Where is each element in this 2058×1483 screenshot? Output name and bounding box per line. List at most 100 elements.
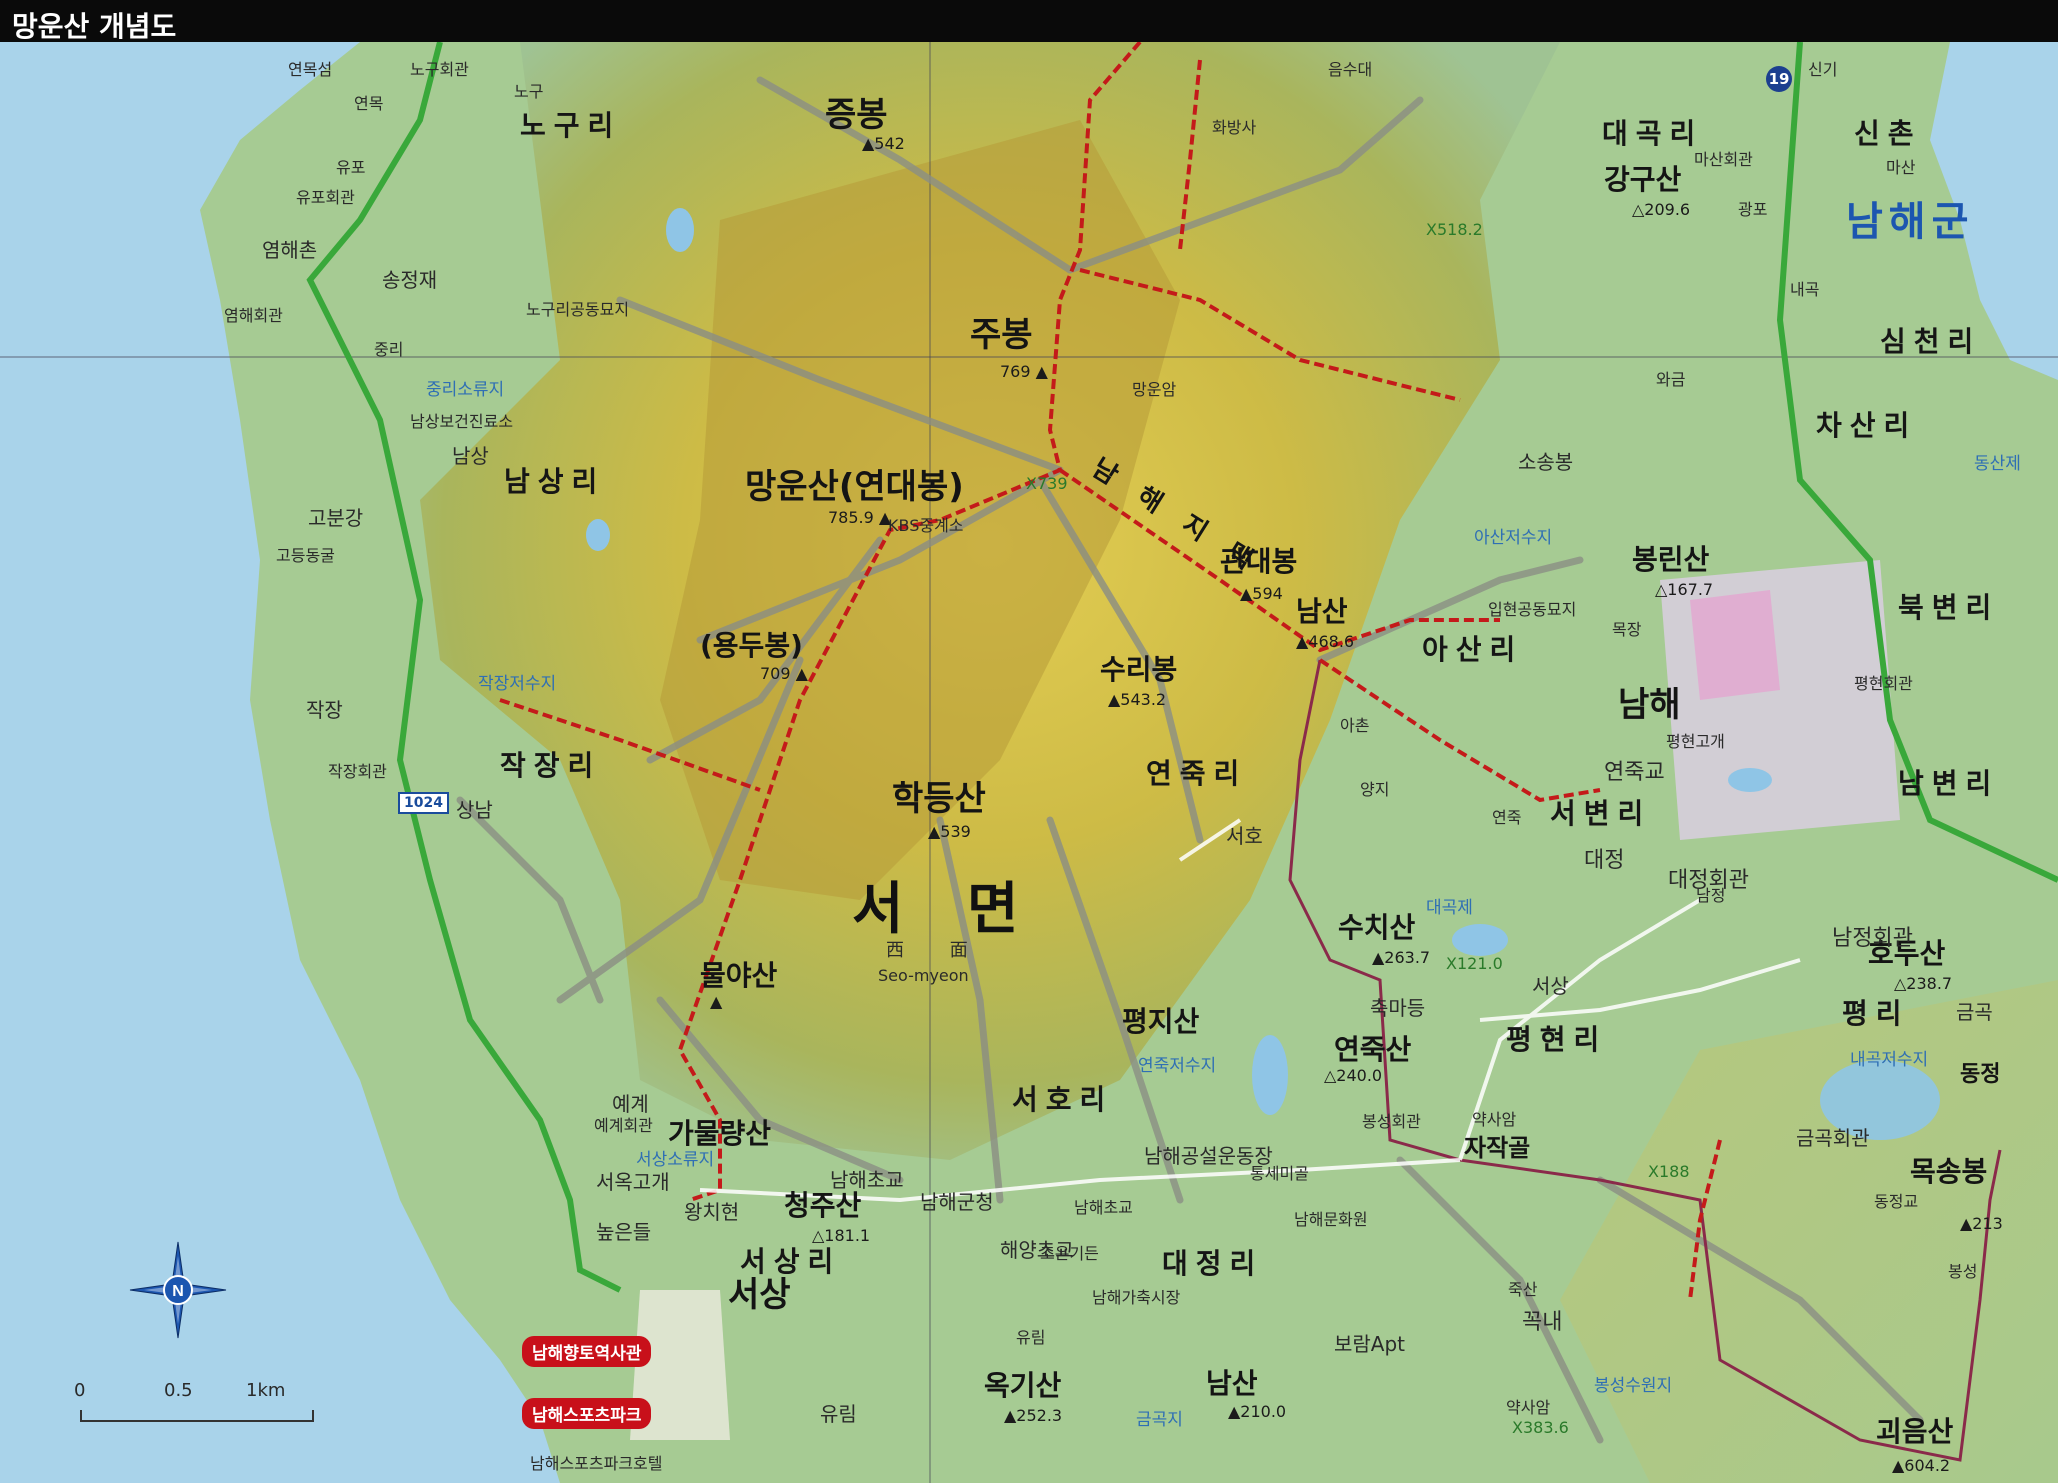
village-label: 남상리 (504, 465, 606, 498)
region-label: 남해군 (1846, 199, 1975, 245)
village-label: 대곡리 (1602, 117, 1704, 150)
peak-elevation: ▲ (710, 992, 723, 1011)
village-label: 대정리 (1162, 1247, 1264, 1280)
place-label: 유포 (336, 158, 366, 177)
place-label: 유포회관 (296, 188, 355, 207)
scale-tick: 0.5 (164, 1380, 193, 1401)
spot-height: X383.6 (1512, 1418, 1569, 1437)
landmark-badge: 남해스포츠파크 (522, 1398, 652, 1429)
title-bar: 망운산 개념도 (0, 0, 2058, 43)
peak-elevation: ▲263.7 (1372, 948, 1431, 967)
peak-label: 목송봉 (1910, 1155, 1988, 1188)
water-label: 동산제 (1974, 454, 2021, 474)
village-label: 노구리 (520, 109, 622, 142)
place-label: 신촌 (1854, 117, 1922, 150)
landmark-badge: 남해향토역사관 (522, 1336, 652, 1367)
peak-label: 수리봉 (1100, 653, 1178, 686)
place-label: 연목섬 (288, 60, 333, 79)
place-label: 염해촌 (262, 238, 318, 262)
peak-elevation: 709 ▲ (760, 664, 808, 683)
place-label: 평현회관 (1854, 674, 1913, 693)
peak-elevation: ▲468.6 (1296, 632, 1355, 651)
place-label: 고등동굴 (276, 546, 335, 565)
peak-elevation: ▲210.0 (1228, 1402, 1287, 1421)
town-center-pink (1690, 590, 1780, 700)
peak-label: 옥기산 (984, 1369, 1062, 1402)
water-label: 아산저수지 (1474, 528, 1553, 548)
water-label: 작장저수지 (478, 674, 557, 694)
peak-label: 학등산 (892, 779, 986, 819)
place-label: 꼭내 (1522, 1310, 1563, 1335)
place-label: 남상 (452, 444, 489, 468)
place-label: 보람Apt (1334, 1332, 1406, 1356)
map-canvas: 망운산 개념도 증봉 ▲542 주봉 769 ▲ 망운산(연대봉) 785.9 … (0, 0, 2058, 1483)
village-label: 북변리 (1898, 591, 2000, 624)
place-label: 남상보건진료소 (410, 412, 514, 431)
water-label: 연죽저수지 (1138, 1056, 1217, 1076)
place-label: 노구회관 (410, 60, 469, 79)
peak-elevation: ▲252.3 (1004, 1406, 1063, 1425)
place-label: 동정 (1960, 1062, 2001, 1087)
place-label: 연죽교 (1604, 760, 1665, 785)
spot-height: X121.0 (1446, 954, 1503, 973)
peak-elevation: ▲542 (862, 134, 905, 153)
place-label: 남해초교 (830, 1168, 904, 1192)
place-label: 남해문화원 (1294, 1210, 1368, 1229)
place-label: 염해회관 (224, 306, 283, 325)
hotel-label: 남해스포츠파크호텔 (530, 1454, 663, 1473)
place-label: 고분강 (308, 506, 364, 530)
peak-label: 주봉 (970, 315, 1033, 355)
road-number-badge: 1024 (398, 792, 449, 814)
peak-elevation: ▲539 (928, 822, 971, 841)
place-label: 노구 (514, 82, 544, 101)
place-label: 축마등 (1370, 996, 1426, 1020)
peak-label: 봉린산 (1632, 543, 1710, 576)
peak-elevation: ▲213 (1960, 1214, 2003, 1233)
village-label: 서상리 (740, 1245, 842, 1278)
place-label: 목장 (1612, 620, 1642, 639)
village-label: 작장리 (500, 749, 602, 782)
peak-label: 연죽산 (1334, 1033, 1412, 1066)
peak-elevation: △238.7 (1894, 974, 1953, 993)
temple-label: 화방사 (1212, 118, 1257, 137)
spot-height: X739 (1026, 474, 1068, 493)
place-label: 작장 (306, 698, 343, 722)
place-label: 아촌 (1340, 716, 1370, 735)
place-label: 와금 (1656, 370, 1686, 389)
place-label: 광포 (1738, 200, 1768, 219)
place-label: 중리 (374, 340, 404, 359)
town-name: 남해 (1618, 685, 1681, 725)
peak-label: 가물량산 (668, 1117, 772, 1150)
place-label: 서상 (1532, 974, 1569, 998)
place-label: 예계 (612, 1092, 649, 1116)
peak-elevation: △209.6 (1632, 200, 1691, 219)
water-label: 내곡저수지 (1850, 1050, 1929, 1070)
peak-label: 평지산 (1122, 1005, 1200, 1038)
place-label: 약사암 (1472, 1110, 1517, 1129)
peak-elevation: ▲543.2 (1108, 690, 1167, 709)
village-label: 심천리 (1880, 325, 1982, 358)
scale-tick: 1km (246, 1380, 286, 1401)
place-label: 마산회관 (1694, 150, 1753, 169)
place-label: 남정 (1696, 886, 1726, 905)
peak-label: 수치산 (1338, 911, 1416, 944)
place-label: 봉성 (1948, 1262, 1978, 1281)
place-label: 음수대 (1328, 60, 1373, 79)
scale-bar (80, 1410, 314, 1422)
village-label: 서호리 (1012, 1083, 1114, 1116)
peak-label: 청주산 (784, 1189, 862, 1222)
village-label: 차산리 (1816, 409, 1918, 442)
peak-label: 괴음산 (1876, 1415, 1954, 1448)
place-label: 금곡 (1956, 1000, 1993, 1024)
pond (666, 208, 694, 252)
place-label: 작장회관 (328, 762, 387, 781)
place-label: 신기 (1808, 60, 1838, 79)
village-label: 남변리 (1898, 767, 2000, 800)
reservoir (1452, 924, 1508, 956)
peak-label: 강구산 (1604, 163, 1682, 196)
place-label: 상남 (456, 798, 493, 822)
peak-elevation: ▲594 (1240, 584, 1283, 603)
reservoir (1728, 768, 1772, 792)
peak-label: 남산 (1206, 1367, 1258, 1400)
place-label: 금곡회관 (1796, 1126, 1870, 1150)
